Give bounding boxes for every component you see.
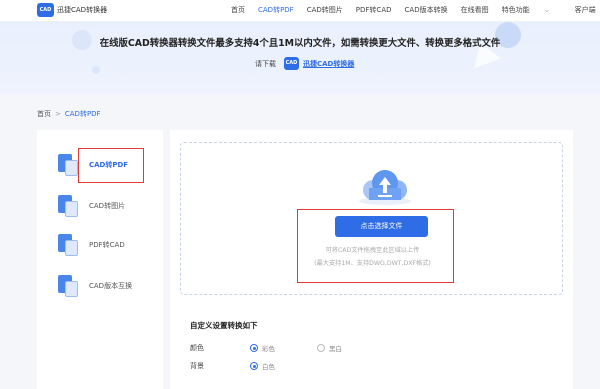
nav-client[interactable]: 客户端 [575,5,596,15]
breadcrumb-separator: > [55,110,61,118]
main-nav: 首页 CAD转PDF CAD转图片 PDF转CAD CAD版本转换 在线看图 特… [231,5,600,15]
sidebar-item-pdf-to-cad[interactable]: PDF转CAD [58,233,125,257]
cad-to-pdf-icon [58,154,79,176]
background-option-white[interactable]: 白色 [250,361,275,371]
breadcrumb: 首页 > CAD转PDF [37,109,101,119]
breadcrumb-home[interactable]: 首页 [37,110,51,118]
top-navbar: CAD 迅捷CAD转换器 首页 CAD转PDF CAD转图片 PDF转CAD C… [0,0,600,22]
chevron-down-icon: ⌵ [544,8,549,14]
option-label: 黑白 [329,345,342,353]
color-option-color[interactable]: 彩色 [250,343,275,353]
decor-bubble [92,66,100,74]
nav-features-label: 特色功能 [501,6,530,14]
banner-title: 在线版CAD转换器转换文件最多支持4个且1M以内文件，如需转换更大文件、转换更多… [99,38,501,49]
nav-cad-to-pdf[interactable]: CAD转PDF [258,5,294,15]
nav-features-menu[interactable]: 特色功能 ⌵ [502,5,562,15]
cad-logo-icon: CAD [284,57,299,70]
cloud-upload-icon [359,170,411,205]
background-label: 背景 [190,362,204,370]
radio-unselected-icon[interactable] [317,344,325,352]
color-label: 颜色 [190,344,204,352]
nav-cad-to-image[interactable]: CAD转图片 [307,5,343,15]
color-option-bw[interactable]: 黑白 [317,343,342,353]
nav-cad-version-convert[interactable]: CAD版本转换 [405,5,448,15]
download-link[interactable]: 迅捷CAD转换器 [303,59,354,69]
highlight-box [297,209,454,283]
download-prefix: 请下载 [255,59,276,68]
nav-pdf-to-cad[interactable]: PDF转CAD [356,5,392,15]
sidebar-item-label: CAD转图片 [89,202,126,210]
app-logo[interactable]: CAD [37,3,54,17]
nav-home[interactable]: 首页 [231,5,245,15]
sidebar-item-cad-version[interactable]: CAD版本互换 [58,274,132,298]
banner-download: 请下载 CAD 迅捷CAD转换器 [255,57,354,70]
sidebar-item-label: CAD版本互换 [89,282,133,290]
option-label: 彩色 [262,345,275,353]
brand-name[interactable]: 迅捷CAD转换器 [57,5,107,15]
breadcrumb-current: CAD转PDF [64,110,101,118]
background-option-row: 背景 白色 [190,361,317,371]
radio-selected-icon[interactable] [250,344,258,352]
sidebar-item-cad-to-image[interactable]: CAD转图片 [58,194,125,218]
option-label: 白色 [262,363,275,371]
nav-online-viewer[interactable]: 在线看图 [461,5,489,15]
sidebar-item-label: PDF转CAD [89,241,125,249]
promo-banner: 在线版CAD转换器转换文件最多支持4个且1M以内文件，如需转换更大文件、转换更多… [0,22,600,94]
highlight-box [78,148,144,183]
radio-selected-icon[interactable] [250,362,258,370]
settings-title: 自定义设置转换如下 [190,321,258,330]
color-option-row: 颜色 彩色 黑白 [190,343,384,353]
cad-to-image-icon [58,195,79,217]
cad-version-icon [58,275,79,297]
pdf-to-cad-icon [58,234,79,256]
